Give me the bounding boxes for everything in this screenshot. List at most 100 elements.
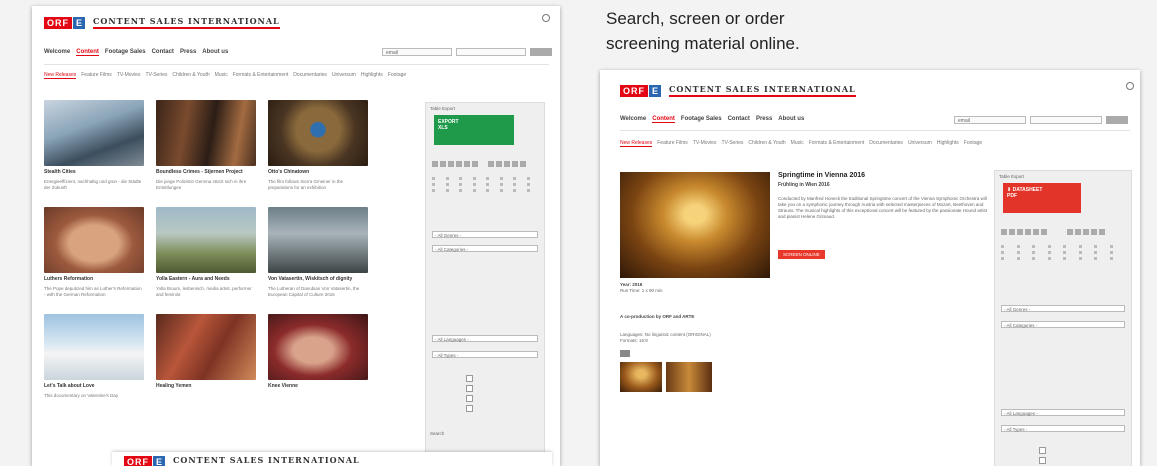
- cat-tv-series[interactable]: TV-Series: [145, 72, 167, 79]
- alphabet-bar-2[interactable]: [488, 161, 526, 167]
- cat-universum[interactable]: Universum: [332, 72, 356, 79]
- hero-image[interactable]: [620, 172, 770, 278]
- thumbnail[interactable]: [156, 314, 256, 380]
- cat-music[interactable]: Music: [791, 140, 804, 147]
- checkbox[interactable]: [466, 395, 473, 402]
- email-field[interactable]: email: [954, 116, 1026, 124]
- checkbox[interactable]: [466, 375, 473, 382]
- nav-content[interactable]: Content: [76, 49, 99, 56]
- nav-footage-sales[interactable]: Footage Sales: [105, 49, 146, 56]
- cat-tv-movies[interactable]: TV-Movies: [693, 140, 717, 147]
- user-icon[interactable]: [1126, 82, 1134, 90]
- card-title[interactable]: Von Vatasertin, Wiskitsch of dignity: [268, 276, 368, 282]
- cat-tv-series[interactable]: TV-Series: [721, 140, 743, 147]
- nav-press[interactable]: Press: [180, 49, 196, 56]
- card-title[interactable]: Otto's Chinatown: [268, 169, 368, 175]
- email-field[interactable]: email: [382, 48, 452, 56]
- login-button[interactable]: [1106, 116, 1128, 124]
- content-card[interactable]: Stealth Cities Energieeffizient, nachhal…: [44, 100, 144, 197]
- genre-select[interactable]: - All Genres -: [1001, 305, 1125, 312]
- content-card[interactable]: Von Vatasertin, Wiskitsch of dignity The…: [268, 207, 368, 304]
- nav-welcome[interactable]: Welcome: [620, 116, 646, 123]
- export-button[interactable]: EXPORT XLS: [434, 115, 514, 145]
- thumbnail[interactable]: [44, 207, 144, 273]
- cat-children[interactable]: Children & Youth: [172, 72, 209, 79]
- datasheet-button[interactable]: ⬇ DATASHEET PDF: [1003, 183, 1081, 213]
- nav-footage-sales[interactable]: Footage Sales: [681, 116, 722, 123]
- brand-logo[interactable]: ORF E CONTENT SALES INTERNATIONAL: [124, 455, 360, 466]
- cat-footage[interactable]: Footage: [388, 72, 406, 79]
- nav-about[interactable]: About us: [202, 49, 228, 56]
- alphabet-bar-2[interactable]: [1067, 229, 1105, 235]
- thumbnail[interactable]: [268, 314, 368, 380]
- card-title[interactable]: Knee Vienne: [268, 383, 368, 389]
- gallery-thumb[interactable]: [666, 362, 712, 392]
- cat-formats[interactable]: Formats & Entertainment: [809, 140, 865, 147]
- thumbnail[interactable]: [44, 100, 144, 166]
- cat-new-releases[interactable]: New Releases: [620, 140, 653, 147]
- gallery-thumb[interactable]: [620, 362, 662, 392]
- content-card[interactable]: Knee Vienne: [268, 314, 368, 411]
- thumbnail[interactable]: [268, 100, 368, 166]
- card-title[interactable]: Yolla Eastern - Aura and Needs: [156, 276, 256, 282]
- type-select[interactable]: - All Types -: [432, 351, 538, 358]
- cat-highlights[interactable]: Highlights: [937, 140, 959, 147]
- language-select[interactable]: - All Languages -: [1001, 409, 1125, 416]
- checkbox[interactable]: [466, 405, 473, 412]
- content-card[interactable]: Boundless Crimes - Stjernen Project Die …: [156, 100, 256, 197]
- cat-feature-films[interactable]: Feature Films: [657, 140, 688, 147]
- user-icon[interactable]: [542, 14, 550, 22]
- letter-grid[interactable]: [1001, 245, 1121, 260]
- content-card[interactable]: Luthers Reformation The Pope deputized h…: [44, 207, 144, 304]
- cat-new-releases[interactable]: New Releases: [44, 72, 77, 79]
- top-nav: Welcome Content Footage Sales Contact Pr…: [620, 116, 804, 123]
- type-select[interactable]: - All Types -: [1001, 425, 1125, 432]
- cat-feature-films[interactable]: Feature Films: [81, 72, 112, 79]
- nav-about[interactable]: About us: [778, 116, 804, 123]
- caption: Search, screen or order screening materi…: [606, 6, 800, 56]
- brand-logo[interactable]: ORF E CONTENT SALES INTERNATIONAL: [620, 84, 856, 97]
- cat-footage[interactable]: Footage: [964, 140, 982, 147]
- card-title[interactable]: Luthers Reformation: [44, 276, 144, 282]
- nav-contact[interactable]: Contact: [152, 49, 174, 56]
- cat-children[interactable]: Children & Youth: [748, 140, 785, 147]
- letter-grid[interactable]: [432, 177, 536, 192]
- cat-highlights[interactable]: Highlights: [361, 72, 383, 79]
- nav-press[interactable]: Press: [756, 116, 772, 123]
- nav-contact[interactable]: Contact: [728, 116, 750, 123]
- cat-tv-movies[interactable]: TV-Movies: [117, 72, 141, 79]
- card-title[interactable]: Let's Talk about Love: [44, 383, 144, 389]
- checkbox[interactable]: [1039, 457, 1046, 464]
- card-title[interactable]: Stealth Cities: [44, 169, 144, 175]
- content-card[interactable]: Healing Yemen: [156, 314, 256, 411]
- thumbnail[interactable]: [44, 314, 144, 380]
- category-select[interactable]: - All Categories -: [1001, 321, 1125, 328]
- cat-music[interactable]: Music: [215, 72, 228, 79]
- language-select[interactable]: - All Languages -: [432, 335, 538, 342]
- checkbox[interactable]: [466, 385, 473, 392]
- content-card[interactable]: Let's Talk about Love This documentary o…: [44, 314, 144, 411]
- checkbox[interactable]: [1039, 447, 1046, 454]
- category-select[interactable]: - All Categories -: [432, 245, 538, 252]
- password-field[interactable]: [456, 48, 526, 56]
- alphabet-bar[interactable]: [432, 161, 478, 167]
- card-title[interactable]: Boundless Crimes - Stjernen Project: [156, 169, 256, 175]
- screen-online-button[interactable]: SCREEN ONLINE: [778, 250, 825, 259]
- content-card[interactable]: Yolla Eastern - Aura and Needs Yolla Bru…: [156, 207, 256, 304]
- cat-formats[interactable]: Formats & Entertainment: [233, 72, 289, 79]
- genre-select[interactable]: - All Genres -: [432, 231, 538, 238]
- thumbnail[interactable]: [156, 207, 256, 273]
- thumbnail[interactable]: [156, 100, 256, 166]
- brand-logo[interactable]: ORF E CONTENT SALES INTERNATIONAL: [44, 16, 280, 29]
- login-button[interactable]: [530, 48, 552, 56]
- nav-content[interactable]: Content: [652, 116, 675, 123]
- cat-documentaries[interactable]: Documentaries: [293, 72, 327, 79]
- cat-universum[interactable]: Universum: [908, 140, 932, 147]
- cat-documentaries[interactable]: Documentaries: [869, 140, 903, 147]
- card-title[interactable]: Healing Yemen: [156, 383, 256, 389]
- content-card[interactable]: Otto's Chinatown The film follows Sierra…: [268, 100, 368, 197]
- thumbnail[interactable]: [268, 207, 368, 273]
- nav-welcome[interactable]: Welcome: [44, 49, 70, 56]
- alphabet-bar[interactable]: [1001, 229, 1047, 235]
- password-field[interactable]: [1030, 116, 1102, 124]
